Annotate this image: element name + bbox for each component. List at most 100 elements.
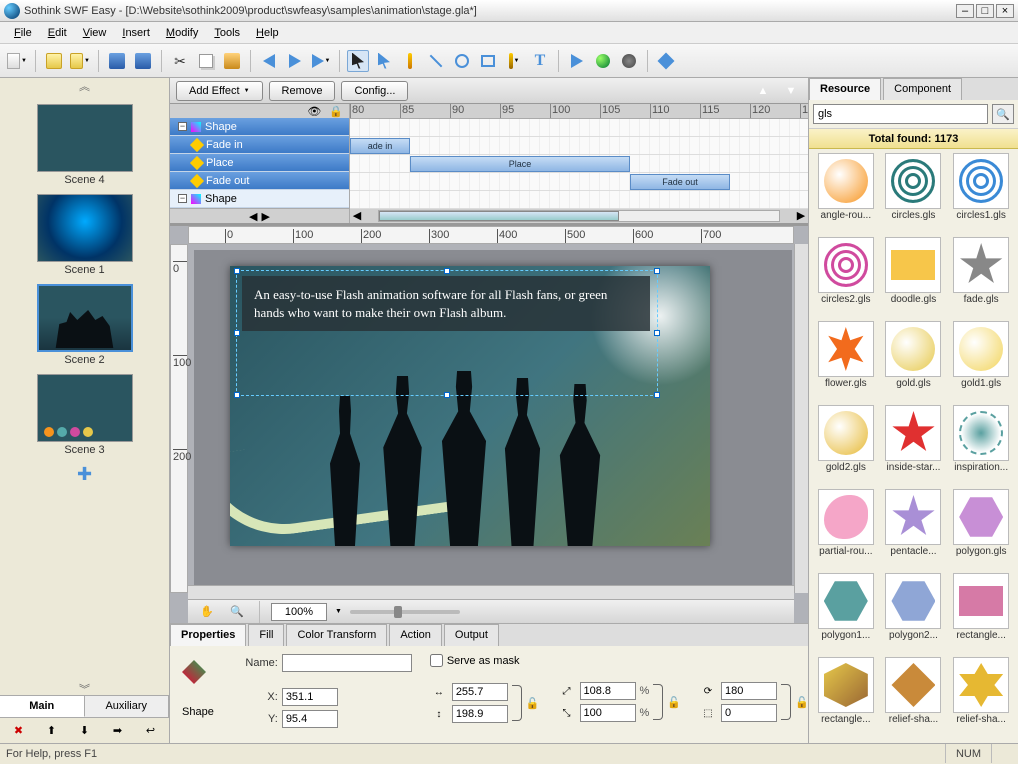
timeline-layer[interactable]: −Shape <box>170 118 349 136</box>
pen-tool[interactable]: ▼ <box>503 50 525 72</box>
stage[interactable]: An easy-to-use Flash animation software … <box>230 266 710 546</box>
rect-tool[interactable] <box>477 50 499 72</box>
preview-button[interactable] <box>592 50 614 72</box>
line-tool[interactable] <box>425 50 447 72</box>
timeline-clip[interactable]: Fade out <box>630 174 730 190</box>
remove-effect-button[interactable]: Remove <box>269 81 336 101</box>
width-input[interactable] <box>452 683 508 701</box>
resource-item[interactable]: relief-sha... <box>881 657 947 739</box>
scene-back-button[interactable]: ↩ <box>142 722 160 740</box>
stage-viewport[interactable]: An easy-to-use Flash animation software … <box>194 250 792 591</box>
layer-up-button[interactable]: ▲ <box>752 80 774 102</box>
zoom-dropdown-icon[interactable]: ▼ <box>335 608 342 615</box>
resource-item[interactable]: gold1.gls <box>948 321 1014 403</box>
scenes-tab-main[interactable]: Main <box>0 696 85 717</box>
expand-icon[interactable]: − <box>178 122 187 131</box>
menu-view[interactable]: View <box>75 24 115 42</box>
oval-tool[interactable] <box>451 50 473 72</box>
scalex-input[interactable] <box>580 682 636 700</box>
save-button[interactable] <box>106 50 128 72</box>
name-input[interactable] <box>282 654 412 672</box>
undo-button[interactable] <box>258 50 280 72</box>
timeline-tracks[interactable]: ade inPlaceFade out <box>350 119 808 209</box>
align-button[interactable] <box>655 50 677 72</box>
paste-button[interactable] <box>221 50 243 72</box>
tab-component[interactable]: Component <box>883 78 962 100</box>
resource-item[interactable]: gold2.gls <box>813 405 879 487</box>
scene-thumb[interactable] <box>37 104 133 172</box>
scene-forward-button[interactable]: ➡ <box>109 722 127 740</box>
resource-item[interactable]: angle-rou... <box>813 153 879 235</box>
resource-item[interactable]: polygon2... <box>881 573 947 655</box>
scale-lock[interactable]: 🔓 <box>667 696 681 709</box>
open-recent-button[interactable]: ▼ <box>69 50 91 72</box>
hand-tool[interactable]: ✋ <box>196 601 218 623</box>
config-effect-button[interactable]: Config... <box>341 81 408 101</box>
resource-item[interactable]: circles2.gls <box>813 237 879 319</box>
timeline-clip[interactable]: ade in <box>350 138 410 154</box>
zoom-slider[interactable] <box>350 610 460 614</box>
menu-insert[interactable]: Insert <box>114 24 158 42</box>
close-button[interactable]: × <box>996 4 1014 18</box>
resource-item[interactable]: circles1.gls <box>948 153 1014 235</box>
y-input[interactable] <box>282 710 338 728</box>
resource-item[interactable]: inside-star... <box>881 405 947 487</box>
props-tab-action[interactable]: Action <box>389 624 442 646</box>
search-button[interactable]: 🔍 <box>992 104 1014 124</box>
brush-tool[interactable] <box>399 50 421 72</box>
play-button[interactable] <box>566 50 588 72</box>
resource-item[interactable]: pentacle... <box>881 489 947 571</box>
minimize-button[interactable]: – <box>956 4 974 18</box>
save-all-button[interactable] <box>132 50 154 72</box>
resource-item[interactable]: flower.gls <box>813 321 879 403</box>
collapse-all-icon[interactable]: ▶ <box>262 210 270 223</box>
resource-search-input[interactable] <box>813 104 988 124</box>
scenes-tab-auxiliary[interactable]: Auxiliary <box>85 696 170 717</box>
text-tool[interactable]: T <box>529 50 551 72</box>
timeline-hscroll[interactable]: ◀▶ <box>350 209 808 223</box>
lock-icon[interactable]: 🔒 <box>329 105 343 118</box>
resource-item[interactable]: fade.gls <box>948 237 1014 319</box>
menu-edit[interactable]: Edit <box>40 24 75 42</box>
visibility-icon[interactable]: 👁 <box>307 105 321 118</box>
scenes-scroll-down[interactable]: ︾ <box>0 681 169 695</box>
timeline-ruler[interactable]: 80859095100105110115120125 <box>350 104 808 119</box>
publish-button[interactable] <box>618 50 640 72</box>
resource-item[interactable]: gold.gls <box>881 321 947 403</box>
menu-help[interactable]: Help <box>248 24 287 42</box>
select-tool[interactable] <box>347 50 369 72</box>
rot-lock[interactable]: 🔓 <box>795 696 808 709</box>
layer-down-button[interactable]: ▼ <box>780 80 802 102</box>
scene-move-down-button[interactable]: ⬇ <box>76 722 94 740</box>
zoom-tool[interactable]: 🔍 <box>226 601 248 623</box>
maximize-button[interactable]: □ <box>976 4 994 18</box>
copy-button[interactable] <box>195 50 217 72</box>
size-lock[interactable]: 🔓 <box>526 697 540 710</box>
resource-item[interactable]: polygon1... <box>813 573 879 655</box>
menu-file[interactable]: File <box>6 24 40 42</box>
scene-thumb[interactable] <box>37 374 133 442</box>
scaley-input[interactable] <box>580 704 636 722</box>
resource-item[interactable]: rectangle... <box>948 573 1014 655</box>
add-scene-button[interactable]: ✚ <box>0 464 169 485</box>
props-tab-properties[interactable]: Properties <box>170 624 246 646</box>
x-input[interactable] <box>282 688 338 706</box>
canvas-hscroll[interactable] <box>188 585 794 599</box>
scene-move-up-button[interactable]: ⬆ <box>43 722 61 740</box>
menu-modify[interactable]: Modify <box>158 24 206 42</box>
scenes-scroll-up[interactable]: ︽ <box>0 78 169 92</box>
timeline-layer[interactable]: −Shape <box>170 190 349 208</box>
expand-all-icon[interactable]: ◀ <box>249 210 257 223</box>
resource-item[interactable]: rectangle... <box>813 657 879 739</box>
cut-button[interactable]: ✂ <box>169 50 191 72</box>
open-button[interactable] <box>43 50 65 72</box>
resource-item[interactable]: partial-rou... <box>813 489 879 571</box>
scene-thumb[interactable] <box>37 284 133 352</box>
timeline-layer[interactable]: Fade out <box>170 172 349 190</box>
redo-button[interactable] <box>284 50 306 72</box>
rotate-input[interactable] <box>721 682 777 700</box>
timeline-clip[interactable]: Place <box>410 156 630 172</box>
skew-input[interactable] <box>721 704 777 722</box>
new-button[interactable]: ▼ <box>6 50 28 72</box>
resource-item[interactable]: polygon.gls <box>948 489 1014 571</box>
